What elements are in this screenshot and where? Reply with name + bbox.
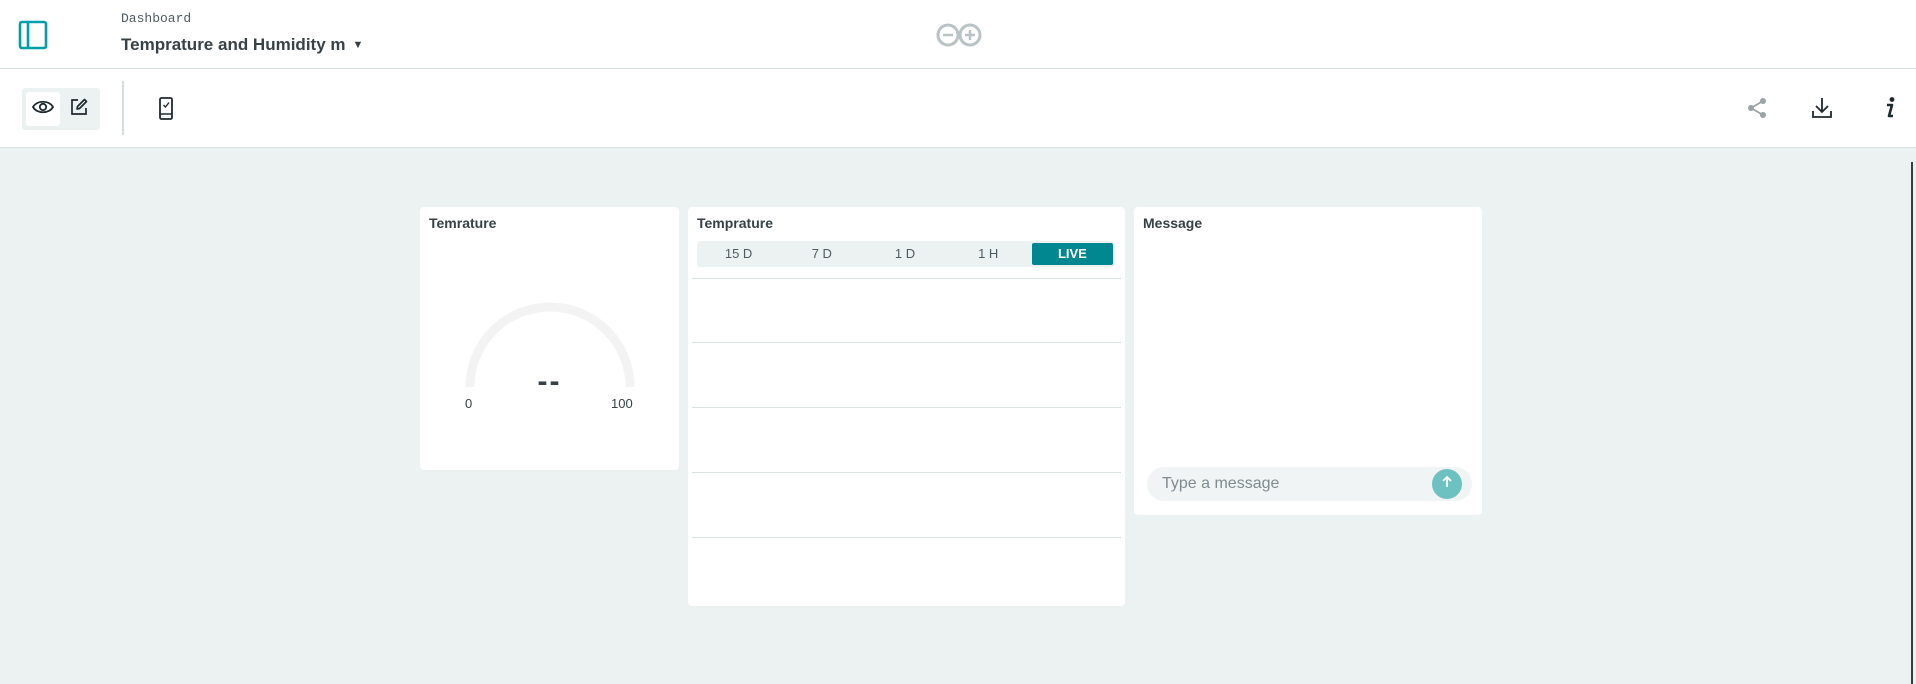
range-live-button[interactable]: LIVE: [1031, 243, 1114, 265]
info-button[interactable]: [1875, 96, 1905, 124]
send-button[interactable]: [1432, 469, 1462, 499]
arrow-up-icon: [1440, 475, 1454, 494]
breadcrumb[interactable]: Dashboard: [121, 11, 191, 26]
edit-icon: [69, 97, 89, 122]
chart-grid-line: [692, 278, 1121, 279]
phone-icon: [153, 97, 181, 126]
download-button[interactable]: [1807, 96, 1837, 124]
dashboard-title-dropdown[interactable]: Temprature and Humidity m ▼: [121, 35, 363, 55]
dashboard-title: Temprature and Humidity m: [121, 35, 346, 54]
gauge-value: --: [537, 365, 562, 398]
chart-grid-line: [692, 407, 1121, 408]
device-preview-button[interactable]: [153, 96, 181, 122]
message-widget: Message: [1134, 207, 1482, 515]
range-7d-button[interactable]: 7 D: [781, 241, 862, 267]
view-mode-button[interactable]: [26, 92, 60, 126]
sidebar-panel-icon[interactable]: [17, 19, 49, 51]
eye-icon: [31, 98, 55, 121]
download-icon: [1810, 96, 1834, 125]
chart-widget: Temprature 15 D 7 D 1 D 1 H LIVE: [688, 207, 1125, 606]
top-header: Dashboard Temprature and Humidity m ▼: [0, 0, 1916, 69]
chart-grid-line: [692, 342, 1121, 343]
dashboard-toolbar: [0, 69, 1916, 148]
range-15d-button[interactable]: 15 D: [698, 241, 779, 267]
scrollbar[interactable]: [1911, 162, 1913, 684]
info-icon: [1882, 96, 1898, 125]
gauge-max-label: 100: [611, 396, 633, 411]
chart-grid-line: [692, 537, 1121, 538]
widget-title: Temprature: [697, 215, 773, 231]
message-input[interactable]: [1147, 467, 1427, 501]
gauge-min-label: 0: [465, 396, 473, 411]
edit-mode-button[interactable]: [62, 92, 96, 126]
mode-switch: [22, 88, 100, 130]
range-1h-button[interactable]: 1 H: [948, 241, 1029, 267]
range-1d-button[interactable]: 1 D: [864, 241, 945, 267]
caret-down-icon: ▼: [352, 39, 364, 51]
chart-grid-line: [692, 472, 1121, 473]
infinity-logo-icon: [933, 22, 985, 48]
widget-title: Message: [1143, 215, 1203, 231]
widget-title: Temrature: [429, 215, 497, 231]
time-range-selector: 15 D 7 D 1 D 1 H LIVE: [697, 241, 1115, 267]
share-button[interactable]: [1742, 96, 1772, 124]
gauge-widget: Temrature -- 0 100: [420, 207, 679, 470]
message-input-container: [1147, 467, 1472, 501]
share-icon: [1746, 97, 1768, 124]
toolbar-divider: [122, 81, 124, 135]
